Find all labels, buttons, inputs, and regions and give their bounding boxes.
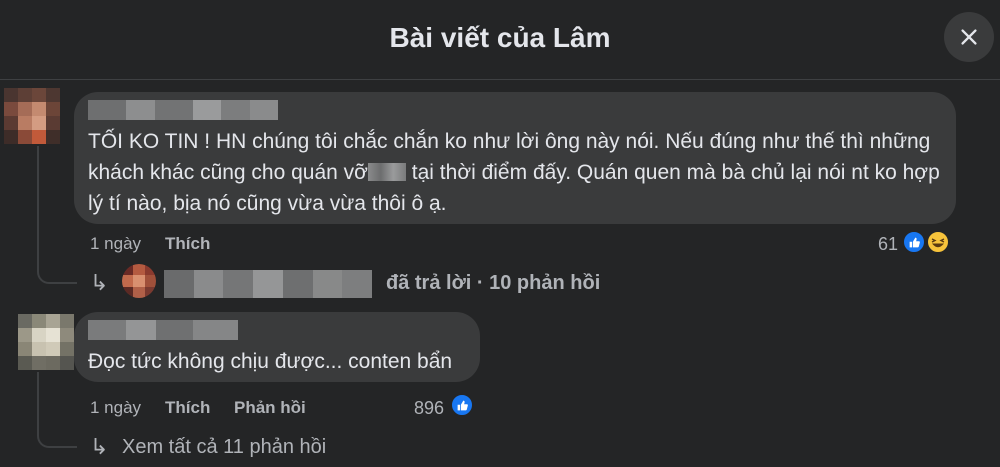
comment-text: Đọc tức không chịu được... conten bẩn (88, 350, 453, 373)
reply-arrow-icon: ↳ (90, 270, 109, 295)
like-icon (902, 230, 926, 254)
reaction-count[interactable]: 61 (878, 234, 898, 255)
thread-connector (37, 250, 77, 284)
blurred-reply-author[interactable] (164, 270, 373, 298)
thread-connector (37, 414, 77, 448)
comment-time[interactable]: 1 ngày (90, 234, 141, 254)
reaction-count[interactable]: 896 (414, 398, 444, 419)
avatar[interactable] (18, 314, 74, 370)
reply-avatar[interactable] (122, 264, 156, 298)
reply-arrow-icon: ↳ (90, 434, 109, 459)
view-all-replies-link[interactable]: Xem tất cả 11 phản hồi (122, 436, 326, 459)
like-button[interactable]: Thích (165, 234, 210, 254)
dialog-header: Bài viết của Lâm (0, 0, 1000, 80)
dialog-title: Bài viết của Lâm (389, 22, 611, 53)
reply-summary[interactable]: đã trả lời · 10 phản hồi (386, 272, 600, 295)
blurred-word (367, 163, 406, 181)
close-button[interactable] (944, 12, 994, 62)
comment-text: TỐI KO TIN ! HN chúng tôi chắc chắn ko n… (88, 126, 948, 219)
reply-button[interactable]: Phản hồi (234, 398, 306, 418)
avatar[interactable] (4, 88, 60, 144)
like-button[interactable]: Thích (165, 398, 210, 418)
close-icon (961, 29, 977, 45)
blurred-author-name[interactable] (88, 320, 238, 340)
like-icon (450, 393, 474, 417)
blurred-author-name[interactable] (88, 100, 278, 120)
thread-line (37, 146, 39, 266)
comment-time[interactable]: 1 ngày (90, 398, 141, 418)
haha-icon (926, 230, 950, 254)
